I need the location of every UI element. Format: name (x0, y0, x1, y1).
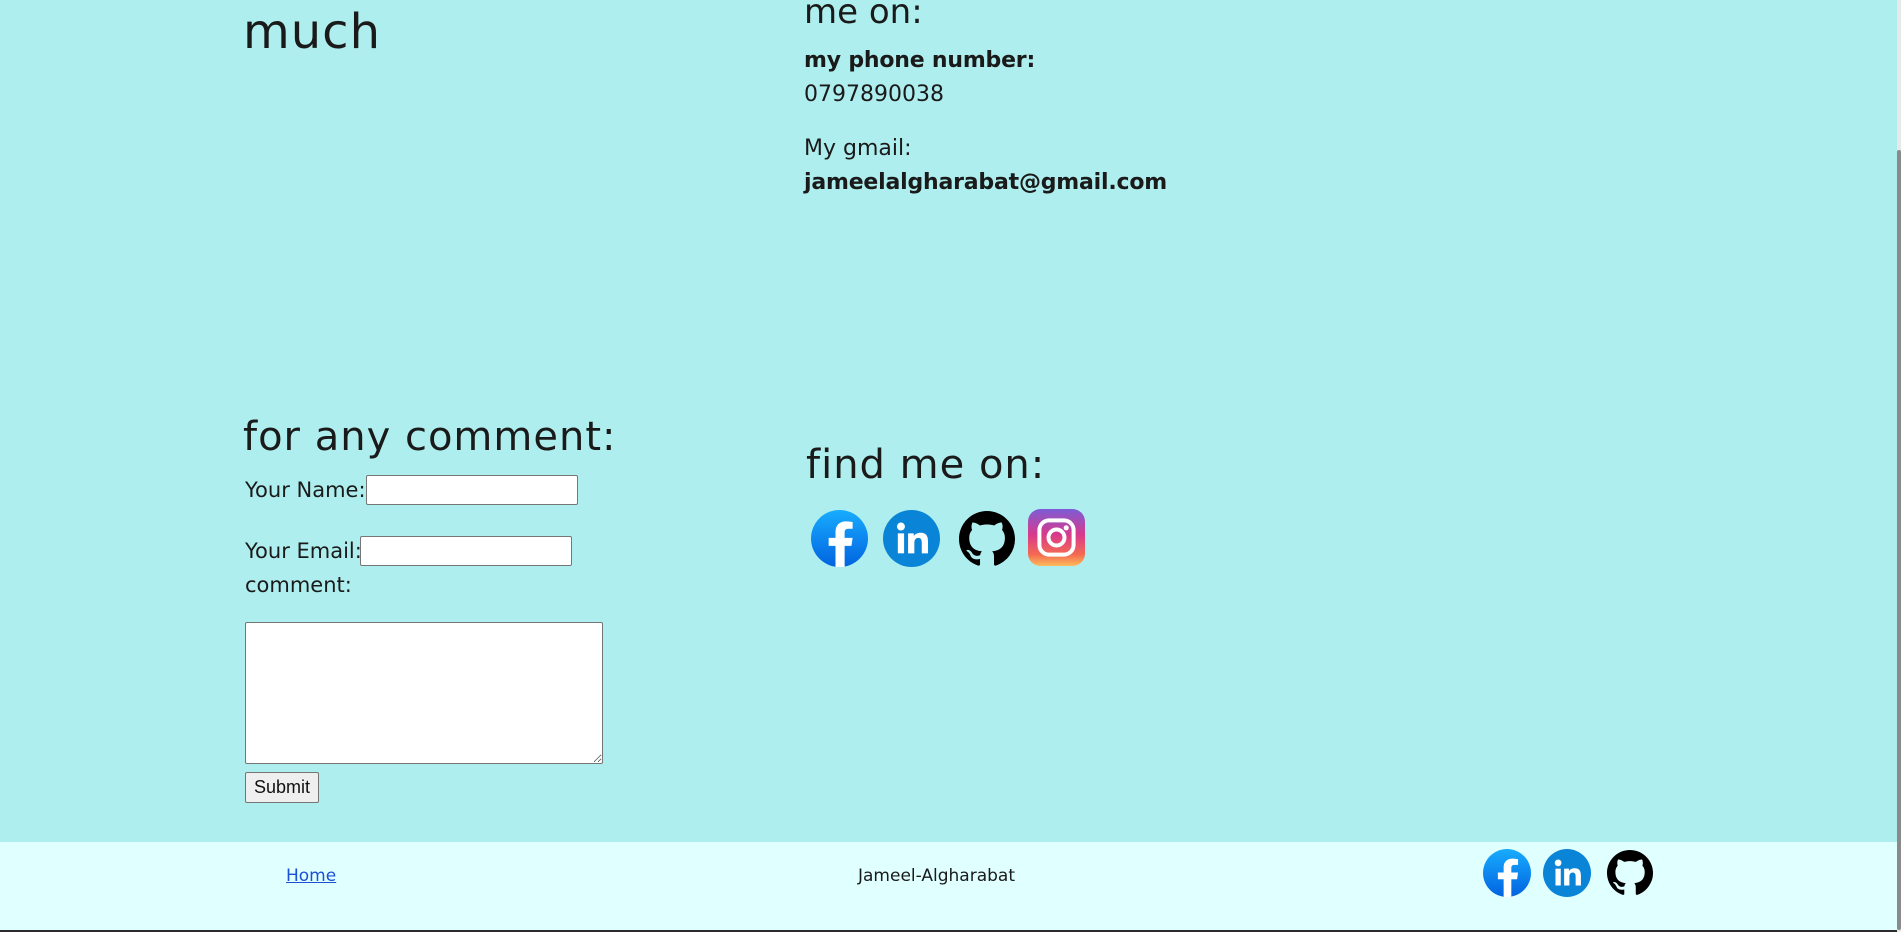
comment-label: comment: (245, 573, 352, 597)
instagram-icon (1028, 509, 1085, 566)
phone-value: 0797890038 (804, 82, 944, 107)
gmail-value: jameelalgharabat@gmail.com (804, 170, 1167, 195)
github-icon (959, 511, 1015, 566)
footer-facebook-link[interactable] (1483, 849, 1531, 897)
email-label: Your Email: (245, 539, 362, 563)
footer-home-link[interactable]: Home (286, 866, 336, 886)
comment-form-title: for any comment: (243, 414, 617, 460)
contact-info: my phone number: 0797890038 My gmail: ja… (804, 44, 1167, 200)
phone-label: my phone number: (804, 48, 1036, 73)
name-input[interactable] (366, 475, 578, 505)
instagram-link[interactable] (1028, 509, 1085, 566)
footer-github-link[interactable] (1607, 850, 1653, 896)
linkedin-link[interactable] (883, 510, 940, 567)
scrollbar-thumb[interactable] (1897, 150, 1901, 930)
facebook-icon (1483, 849, 1531, 897)
footer-author: Jameel-Algharabat (858, 866, 1016, 886)
facebook-link[interactable] (811, 510, 868, 567)
submit-button[interactable]: Submit (245, 772, 319, 803)
find-me-title: find me on: (806, 442, 1046, 488)
hero-heading: much (243, 4, 381, 60)
vertical-scrollbar[interactable] (1897, 0, 1901, 932)
footer: Home Jameel-Algharabat (0, 842, 1897, 930)
email-input[interactable] (360, 536, 572, 566)
facebook-icon (811, 510, 868, 567)
github-link[interactable] (959, 511, 1015, 567)
linkedin-icon (1543, 849, 1591, 897)
github-icon (1607, 850, 1653, 895)
footer-linkedin-link[interactable] (1543, 849, 1591, 897)
linkedin-icon (883, 510, 940, 567)
contact-heading: me on: (804, 0, 923, 32)
gmail-label: My gmail: (804, 136, 912, 161)
main-section: much me on: my phone number: 0797890038 … (0, 0, 1901, 842)
name-label: Your Name: (245, 478, 366, 502)
comment-textarea[interactable] (245, 622, 603, 764)
